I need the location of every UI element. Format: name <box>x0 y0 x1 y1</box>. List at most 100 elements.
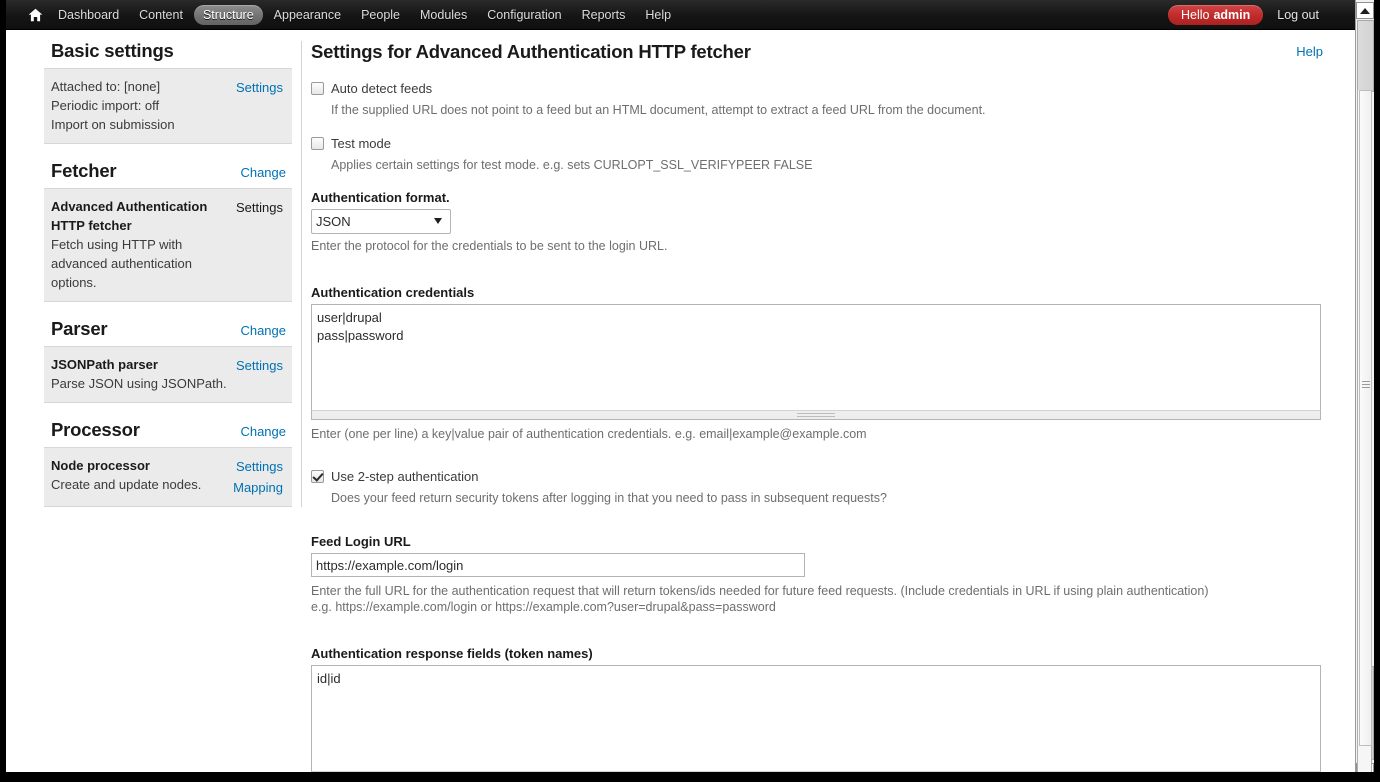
sidebar-heading-basic-settings: Basic settings <box>51 40 174 61</box>
sidebar-box-fetcher: Advanced Authentication HTTP fetcher Fet… <box>44 188 292 302</box>
sidebar-heading-parser: Parser <box>51 318 108 339</box>
two-step-auth-description: Does your feed return security tokens af… <box>331 491 887 505</box>
auto-detect-feeds-checkbox[interactable] <box>311 82 324 95</box>
auth-credentials-resize-grippie[interactable] <box>311 410 1321 420</box>
basic-settings-periodic-import: Periodic import: off <box>51 98 160 113</box>
toolbar-menu: Dashboard Content Structure Appearance P… <box>22 0 681 30</box>
auth-format-select-wrap: JSON <box>311 209 451 234</box>
toolbar-item-modules[interactable]: Modules <box>411 5 476 25</box>
page-title: Settings for Advanced Authentication HTT… <box>311 41 751 62</box>
logout-link[interactable]: Log out <box>1277 8 1319 22</box>
processor-settings-link[interactable]: Settings <box>233 457 283 476</box>
auth-response-fields-label: Authentication response fields (token na… <box>311 646 593 661</box>
auto-detect-feeds-description: If the supplied URL does not point to a … <box>331 103 986 117</box>
sidebar-box-body: Advanced Authentication HTTP fetcher Fet… <box>51 197 236 292</box>
toolbar-item-reports[interactable]: Reports <box>573 5 635 25</box>
auth-response-fields-wrap: id|id <box>311 665 1321 781</box>
auto-detect-feeds-row[interactable]: Auto detect feeds <box>311 80 1323 97</box>
browser-scrollbar-thumb[interactable] <box>1357 20 1374 92</box>
auth-credentials-textarea[interactable]: user|drupal pass|password <box>311 304 1321 410</box>
toolbar-item-people[interactable]: People <box>352 5 409 25</box>
basic-settings-attached-to: Attached to: [none] <box>51 79 161 94</box>
auth-credentials-description: Enter (one per line) a key|value pair of… <box>311 427 867 441</box>
sidebar-box-actions: Settings <box>236 197 283 217</box>
auto-detect-feeds-label: Auto detect feeds <box>331 81 433 96</box>
auth-format-description: Enter the protocol for the credentials t… <box>311 239 668 253</box>
processor-plugin-description: Create and update nodes. <box>51 477 202 492</box>
parser-change-link[interactable]: Change <box>240 323 286 338</box>
toolbar-item-structure[interactable]: Structure <box>193 5 263 25</box>
toolbar-user-area: Hello admin Log out <box>1167 0 1319 30</box>
sidebar-box-body: JSONPath parser Parse JSON using JSONPat… <box>51 355 236 393</box>
two-step-auth-checkbox[interactable] <box>311 470 324 483</box>
sidebar-section-header-basic-settings: Basic settings <box>44 40 292 62</box>
main-header: Settings for Advanced Authentication HTT… <box>311 41 1323 63</box>
form-item-auth-credentials: Authentication credentials user|drupal p… <box>311 285 1323 442</box>
test-mode-row[interactable]: Test mode <box>311 135 1323 152</box>
form-item-auto-detect-feeds: Auto detect feeds If the supplied URL do… <box>311 80 1323 118</box>
settings-form: Settings for Advanced Authentication HTT… <box>311 41 1323 782</box>
auth-format-label: Authentication format. <box>311 190 450 205</box>
window-bottom-edge <box>0 772 1380 782</box>
feed-config-sidebar: Basic settings Attached to: [none] Perio… <box>44 40 292 523</box>
scrollbar-grip-icon <box>1361 381 1370 388</box>
toolbar-item-appearance[interactable]: Appearance <box>265 5 350 25</box>
parser-settings-link[interactable]: Settings <box>236 356 283 375</box>
parser-plugin-description: Parse JSON using JSONPath. <box>51 376 227 391</box>
admin-toolbar: Dashboard Content Structure Appearance P… <box>6 0 1355 30</box>
toolbar-item-content[interactable]: Content <box>130 5 192 25</box>
page-scrollbar[interactable] <box>1357 90 1372 772</box>
test-mode-label: Test mode <box>331 136 391 151</box>
greeting-prefix: Hello <box>1180 8 1210 22</box>
auth-credentials-wrap: user|drupal pass|password <box>311 304 1321 420</box>
sidebar-box-actions: Settings Mapping <box>233 456 283 497</box>
auth-response-fields-textarea[interactable]: id|id <box>311 665 1321 771</box>
sidebar-box-parser: JSONPath parser Parse JSON using JSONPat… <box>44 346 292 403</box>
greeting-username: admin <box>1213 8 1251 22</box>
browser-frame: Dashboard Content Structure Appearance P… <box>0 0 1380 782</box>
sidebar-box-body: Attached to: [none] Periodic import: off… <box>51 77 236 134</box>
basic-settings-settings-link[interactable]: Settings <box>236 78 283 97</box>
form-item-two-step-auth: Use 2-step authentication Does your feed… <box>311 468 1323 506</box>
help-link[interactable]: Help <box>1296 41 1323 59</box>
sidebar-box-body: Node processor Create and update nodes. <box>51 456 233 494</box>
sidebar-section-header-processor: Processor Change <box>44 419 292 441</box>
sidebar-heading-fetcher: Fetcher <box>51 160 117 181</box>
home-icon[interactable] <box>22 0 48 30</box>
page-content: Basic settings Attached to: [none] Perio… <box>6 31 1355 782</box>
auth-credentials-label: Authentication credentials <box>311 285 475 300</box>
sidebar-section-header-fetcher: Fetcher Change <box>44 160 292 182</box>
test-mode-description: Applies certain settings for test mode. … <box>331 158 813 172</box>
sidebar-box-actions: Settings <box>236 77 283 97</box>
basic-settings-import-on-submission: Import on submission <box>51 117 175 132</box>
toolbar-item-help[interactable]: Help <box>636 5 680 25</box>
column-divider <box>301 41 302 507</box>
toolbar-item-configuration[interactable]: Configuration <box>478 5 570 25</box>
two-step-auth-label: Use 2-step authentication <box>331 469 479 484</box>
sidebar-box-processor: Node processor Create and update nodes. … <box>44 447 292 507</box>
auth-format-select[interactable]: JSON <box>311 209 451 234</box>
scroll-up-button[interactable] <box>1356 2 1374 19</box>
page-viewport: Dashboard Content Structure Appearance P… <box>6 0 1355 782</box>
user-greeting-badge[interactable]: Hello admin <box>1167 5 1264 25</box>
sidebar-box-actions: Settings <box>236 355 283 375</box>
feed-login-url-description: Enter the full URL for the authenticatio… <box>311 584 1209 614</box>
sidebar-section-header-parser: Parser Change <box>44 318 292 340</box>
fetcher-change-link[interactable]: Change <box>240 165 286 180</box>
sidebar-box-basic-settings: Attached to: [none] Periodic import: off… <box>44 68 292 144</box>
fetcher-plugin-description: Fetch using HTTP with advanced authentic… <box>51 237 192 290</box>
form-item-test-mode: Test mode Applies certain settings for t… <box>311 135 1323 173</box>
toolbar-item-dashboard[interactable]: Dashboard <box>49 5 128 25</box>
processor-mapping-link[interactable]: Mapping <box>233 478 283 497</box>
processor-plugin-title: Node processor <box>51 458 150 473</box>
form-item-feed-login-url: Feed Login URL Enter the full URL for th… <box>311 534 1323 615</box>
feed-login-url-input[interactable] <box>311 553 805 577</box>
fetcher-plugin-title: Advanced Authentication HTTP fetcher <box>51 199 208 233</box>
test-mode-checkbox[interactable] <box>311 137 324 150</box>
two-step-auth-row[interactable]: Use 2-step authentication <box>311 468 1323 485</box>
fetcher-settings-link[interactable]: Settings <box>236 198 283 217</box>
page-scrollbar-thumb[interactable] <box>1359 90 1372 746</box>
form-item-auth-response-fields: Authentication response fields (token na… <box>311 646 1323 782</box>
parser-plugin-title: JSONPath parser <box>51 357 158 372</box>
processor-change-link[interactable]: Change <box>240 424 286 439</box>
